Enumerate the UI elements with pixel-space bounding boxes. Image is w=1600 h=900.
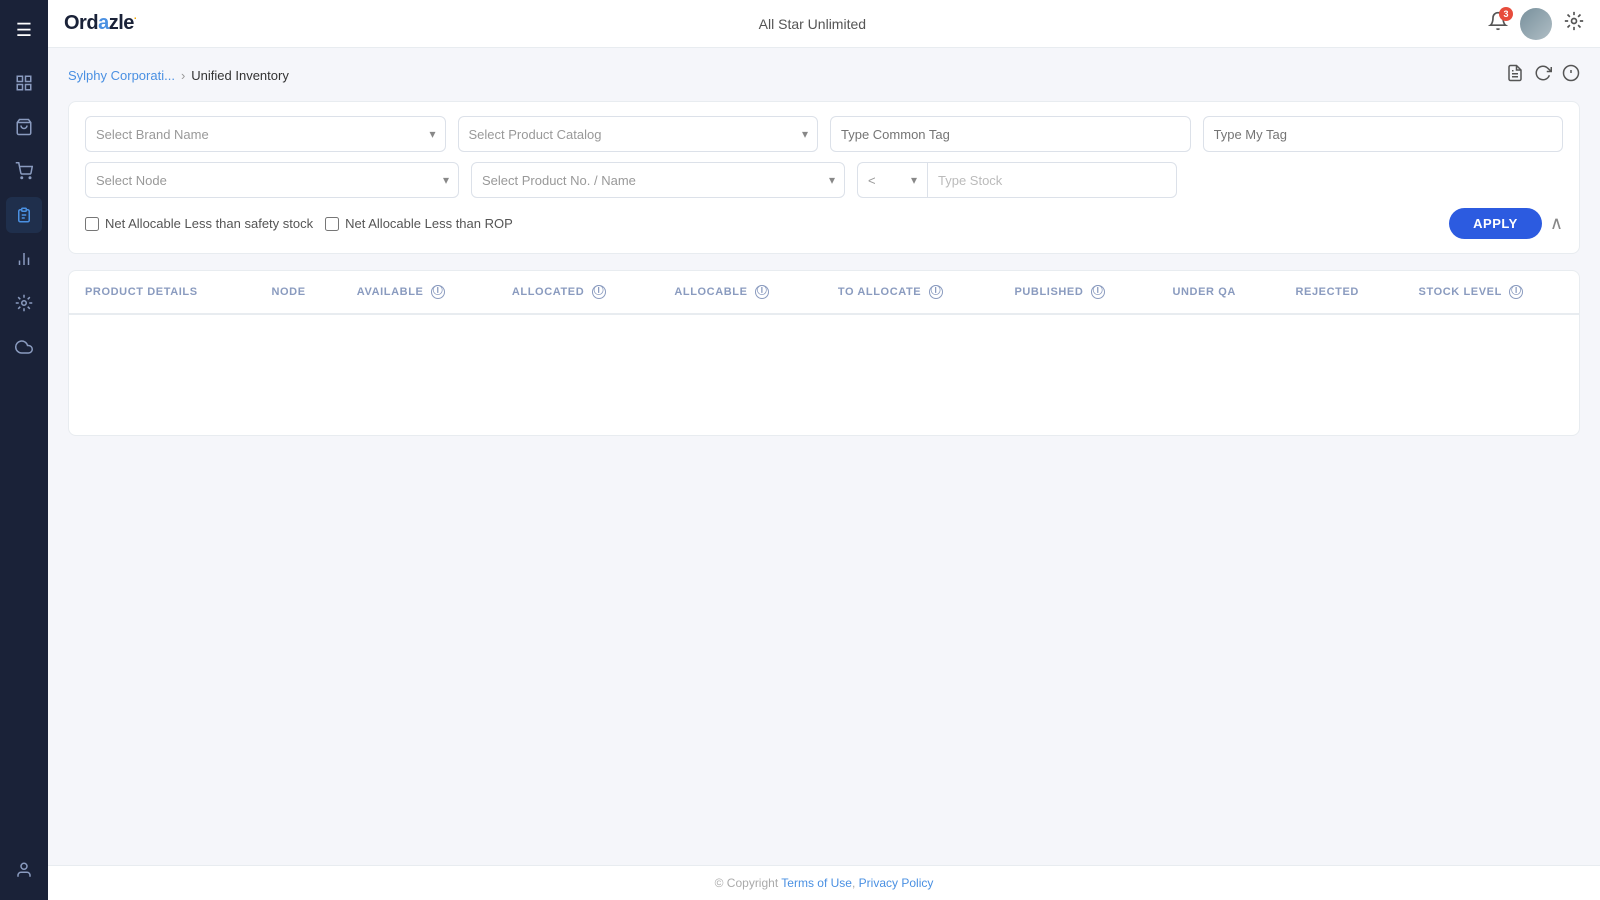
checkbox-rop-input[interactable]	[325, 217, 339, 231]
app-logo: Ordazle·	[64, 12, 137, 35]
apply-button[interactable]: APPLY	[1449, 208, 1542, 239]
brand-filter-wrapper: Select Brand Name ▾	[85, 116, 446, 152]
stock-input[interactable]	[927, 162, 1177, 198]
refresh-icon[interactable]	[1534, 64, 1552, 87]
filter-panel: Select Brand Name ▾ Select Product Catal…	[68, 101, 1580, 254]
topnav-actions: 3	[1488, 8, 1584, 40]
filter-row-2: Select Node ▾ Select Product No. / Name …	[85, 162, 1563, 198]
col-stock-level: STOCK LEVEL ⓘ	[1403, 271, 1579, 314]
common-tag-filter-wrapper	[830, 116, 1191, 152]
sidebar-item-inventory[interactable]	[6, 197, 42, 233]
to-allocate-info-icon[interactable]: ⓘ	[929, 285, 943, 299]
stock-operator-wrapper: < ≤ = ≥ > ▾	[857, 162, 927, 198]
my-tag-filter-wrapper	[1203, 116, 1564, 152]
notification-badge: 3	[1499, 7, 1513, 21]
col-available: AVAILABLE ⓘ	[341, 271, 496, 314]
user-avatar[interactable]	[1520, 8, 1552, 40]
breadcrumb-current: Unified Inventory	[191, 68, 289, 83]
stock-filter-group: < ≤ = ≥ > ▾	[857, 162, 1177, 198]
table-body	[69, 314, 1579, 435]
checkbox-rop[interactable]: Net Allocable Less than ROP	[325, 216, 513, 231]
inventory-table: PRODUCT DETAILS NODE AVAILABLE ⓘ	[69, 271, 1579, 435]
footer-privacy-link[interactable]: Privacy Policy	[859, 876, 934, 890]
sidebar-item-reports[interactable]	[6, 241, 42, 277]
stock-level-info-icon[interactable]: ⓘ	[1509, 285, 1523, 299]
apply-section: APPLY ∧	[1449, 208, 1563, 239]
col-to-allocate: TO ALLOCATE ⓘ	[822, 271, 999, 314]
table-section: PRODUCT DETAILS NODE AVAILABLE ⓘ	[68, 270, 1580, 849]
more-info-icon[interactable]	[1562, 64, 1580, 87]
breadcrumb-separator: ›	[181, 68, 185, 83]
sidebar-item-cart[interactable]	[6, 153, 42, 189]
allocable-info-icon[interactable]: ⓘ	[755, 285, 769, 299]
checkbox-rop-label: Net Allocable Less than ROP	[345, 216, 513, 231]
node-filter-wrapper: Select Node ▾	[85, 162, 459, 198]
empty-row	[69, 314, 1579, 435]
col-under-qa: UNDER QA	[1156, 271, 1279, 314]
filter-row-1: Select Brand Name ▾ Select Product Catal…	[85, 116, 1563, 152]
col-published: PUBLISHED ⓘ	[998, 271, 1156, 314]
catalog-filter-wrapper: Select Product Catalog ▾	[458, 116, 819, 152]
sidebar-item-profile[interactable]	[6, 852, 42, 888]
breadcrumb: Sylphy Corporati... › Unified Inventory	[68, 64, 1580, 87]
my-tag-input[interactable]	[1203, 116, 1564, 152]
table-header-row: PRODUCT DETAILS NODE AVAILABLE ⓘ	[69, 271, 1579, 314]
catalog-select[interactable]: Select Product Catalog	[458, 116, 819, 152]
stock-operator-select[interactable]: < ≤ = ≥ >	[857, 162, 927, 198]
checkbox-safety-stock-input[interactable]	[85, 217, 99, 231]
footer-copyright: © Copyright	[715, 876, 779, 890]
col-node: NODE	[255, 271, 340, 314]
top-navbar: Ordazle· All Star Unlimited 3	[48, 0, 1600, 48]
collapse-filter-button[interactable]: ∧	[1550, 213, 1563, 234]
notifications-button[interactable]: 3	[1488, 11, 1508, 36]
common-tag-input[interactable]	[830, 116, 1191, 152]
breadcrumb-action-buttons	[1506, 64, 1580, 87]
hamburger-menu-button[interactable]: ☰	[8, 12, 40, 49]
product-filter-wrapper: Select Product No. / Name ▾	[471, 162, 845, 198]
col-product-details: PRODUCT DETAILS	[69, 271, 255, 314]
filter-row-3: Net Allocable Less than safety stock Net…	[85, 208, 1563, 239]
settings-button[interactable]	[1564, 11, 1584, 36]
col-allocated: ALLOCATED ⓘ	[496, 271, 658, 314]
product-select[interactable]: Select Product No. / Name	[471, 162, 845, 198]
inventory-table-container: PRODUCT DETAILS NODE AVAILABLE ⓘ	[68, 270, 1580, 436]
col-allocable: ALLOCABLE ⓘ	[658, 271, 822, 314]
node-select[interactable]: Select Node	[85, 162, 459, 198]
col-rejected: REJECTED	[1279, 271, 1402, 314]
export-icon[interactable]	[1506, 64, 1524, 87]
checkbox-safety-stock-label: Net Allocable Less than safety stock	[105, 216, 313, 231]
company-name: All Star Unlimited	[759, 16, 866, 32]
checkbox-safety-stock[interactable]: Net Allocable Less than safety stock	[85, 216, 313, 231]
breadcrumb-parent[interactable]: Sylphy Corporati...	[68, 68, 175, 83]
sidebar-item-cloud[interactable]	[6, 329, 42, 365]
brand-select[interactable]: Select Brand Name	[85, 116, 446, 152]
sidebar-item-dashboard[interactable]	[6, 65, 42, 101]
empty-state-message	[69, 314, 1579, 435]
allocated-info-icon[interactable]: ⓘ	[592, 285, 606, 299]
published-info-icon[interactable]: ⓘ	[1091, 285, 1105, 299]
sidebar-item-orders[interactable]	[6, 109, 42, 145]
sidebar-item-tools[interactable]	[6, 285, 42, 321]
available-info-icon[interactable]: ⓘ	[431, 285, 445, 299]
page-footer: © Copyright Terms of Use, Privacy Policy	[48, 865, 1600, 900]
footer-terms-link[interactable]: Terms of Use	[781, 876, 852, 890]
sidebar: ☰	[0, 0, 48, 900]
